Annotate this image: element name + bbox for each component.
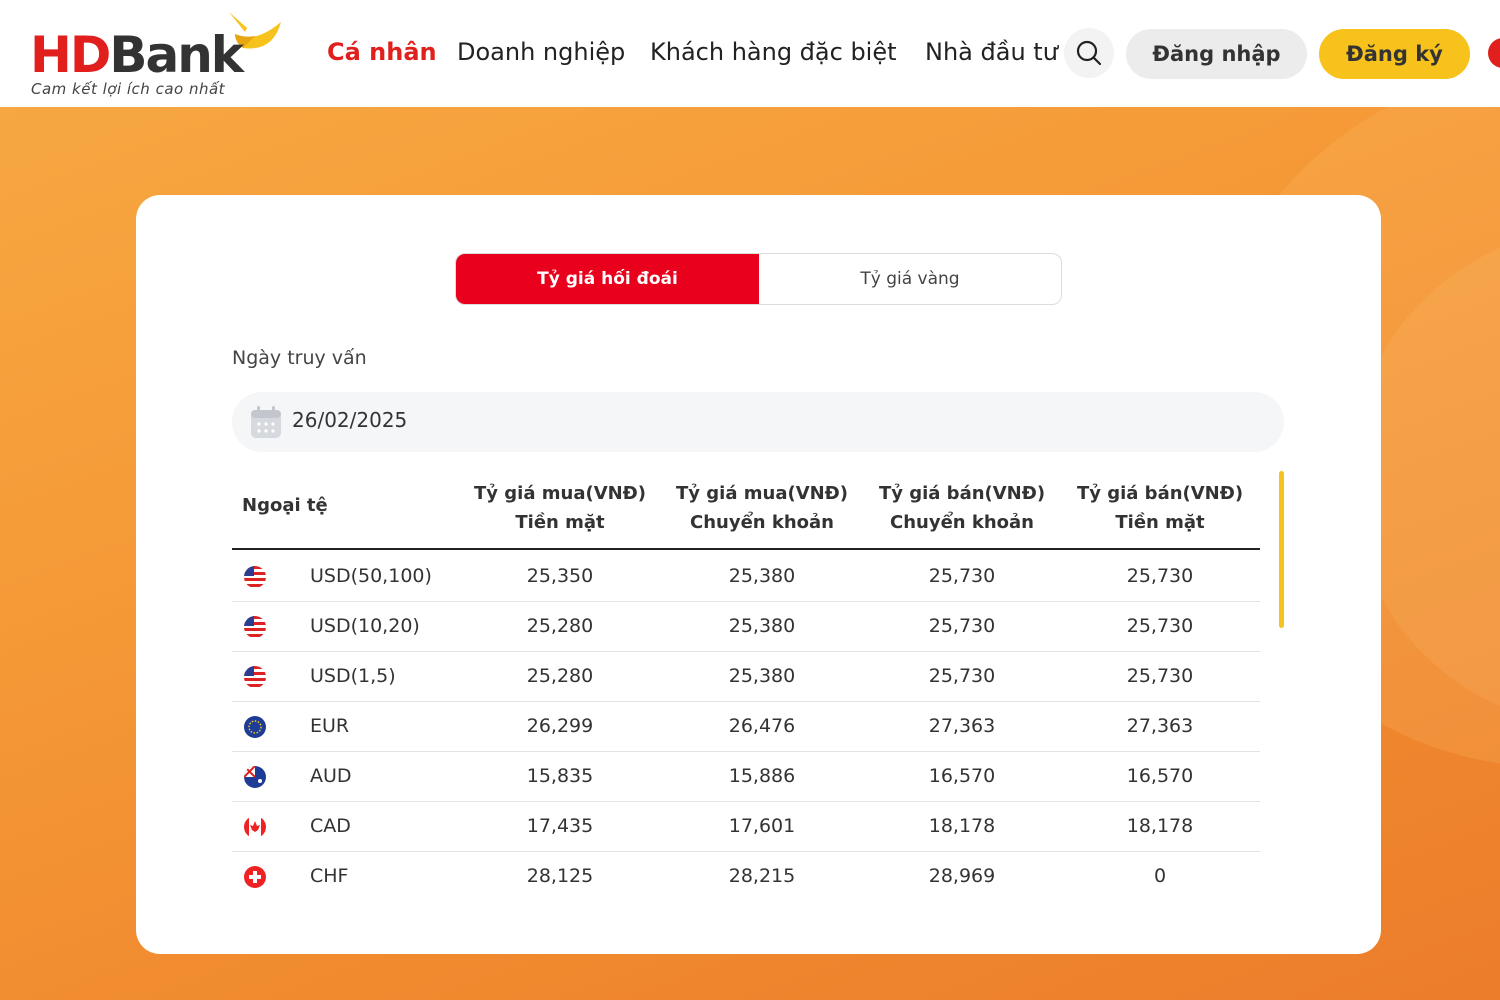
hdbank-logo[interactable]: HDBank Cam kết lợi ích cao nhất [30, 8, 290, 103]
eu-flag-icon [244, 716, 266, 738]
sell-cash-rate: 25,730 [1126, 615, 1194, 637]
header-line: Tiền mặt [1115, 512, 1205, 533]
sell-cash-rate: 25,730 [1126, 565, 1194, 587]
logo-tagline: Cam kết lợi ích cao nhất [31, 80, 226, 98]
table-row: CAD 17,435 17,601 18,178 18,178 [232, 802, 1260, 852]
currency-code: CHF [310, 865, 349, 887]
header-line: Tỷ giá bán(VNĐ) [878, 483, 1046, 504]
sell-transfer-rate: 28,969 [928, 865, 996, 887]
search-icon [1076, 40, 1102, 66]
ch-flag-icon [244, 866, 266, 888]
currency-code: USD(10,20) [310, 615, 420, 637]
sell-transfer-rate: 16,570 [928, 765, 996, 787]
column-header-sell-transfer: Tỷ giá bán(VNĐ) Chuyển khoản [862, 479, 1062, 537]
table-row: AUD 15,835 15,886 16,570 16,570 [232, 752, 1260, 802]
sell-cash-rate: 27,363 [1126, 715, 1194, 737]
nav-item-ca-nhan[interactable]: Cá nhân [327, 38, 437, 66]
header-line: Tỷ giá mua(VNĐ) [676, 483, 848, 504]
login-button[interactable]: Đăng nhập [1126, 29, 1307, 79]
search-button[interactable] [1064, 28, 1114, 78]
column-header-currency: Ngoại tệ [242, 495, 328, 516]
table-row: CHF 28,125 28,215 28,969 0 [232, 852, 1260, 895]
logo-bank-text: Bank [109, 26, 244, 84]
currency-code: AUD [310, 765, 352, 787]
au-flag-icon [244, 766, 266, 788]
buy-transfer-rate: 25,380 [728, 665, 796, 687]
language-flag-icon[interactable] [1488, 38, 1500, 68]
buy-transfer-rate: 25,380 [728, 565, 796, 587]
sell-transfer-rate: 25,730 [928, 665, 996, 687]
table-scrollbar[interactable] [1279, 471, 1284, 628]
us-flag-icon [244, 566, 266, 588]
column-header-buy-transfer: Tỷ giá mua(VNĐ) Chuyển khoản [662, 479, 862, 537]
nav-item-khach-hang-dac-biet[interactable]: Khách hàng đặc biệt [650, 38, 897, 66]
header-line: Chuyển khoản [890, 512, 1034, 533]
buy-cash-rate: 26,299 [526, 715, 594, 737]
currency-code: USD(50,100) [310, 565, 432, 587]
register-button[interactable]: Đăng ký [1319, 29, 1470, 79]
sell-cash-rate: 16,570 [1126, 765, 1194, 787]
column-header-sell-cash: Tỷ giá bán(VNĐ) Tiền mặt [1060, 479, 1260, 537]
ca-flag-icon [244, 816, 266, 838]
logo-wordmark: HDBank [30, 30, 244, 80]
sell-transfer-rate: 27,363 [928, 715, 996, 737]
column-header-buy-cash: Tỷ giá mua(VNĐ) Tiền mặt [460, 479, 660, 537]
table-row: USD(10,20) 25,280 25,380 25,730 25,730 [232, 602, 1260, 652]
sell-transfer-rate: 25,730 [928, 615, 996, 637]
table-row: USD(50,100) 25,350 25,380 25,730 25,730 [232, 552, 1260, 602]
us-flag-icon [244, 666, 266, 688]
currency-code: CAD [310, 815, 351, 837]
buy-cash-rate: 25,280 [526, 615, 594, 637]
buy-transfer-rate: 25,380 [728, 615, 796, 637]
logo-hd-text: HD [30, 26, 111, 84]
exchange-rate-card: Tỷ giá hối đoái Tỷ giá vàng Ngày truy vấ… [136, 195, 1381, 954]
buy-cash-rate: 25,350 [526, 565, 594, 587]
buy-transfer-rate: 28,215 [728, 865, 796, 887]
buy-cash-rate: 25,280 [526, 665, 594, 687]
buy-transfer-rate: 15,886 [728, 765, 796, 787]
table-row: USD(1,5) 25,280 25,380 25,730 25,730 [232, 652, 1260, 702]
query-date-value: 26/02/2025 [292, 408, 408, 432]
header-line: Tiền mặt [515, 512, 605, 533]
exchange-rate-table: Ngoại tệ Tỷ giá mua(VNĐ) Tiền mặt Tỷ giá… [232, 465, 1260, 895]
sell-transfer-rate: 18,178 [928, 815, 996, 837]
tab-exchange-rate[interactable]: Tỷ giá hối đoái [456, 254, 759, 304]
header-line: Tỷ giá mua(VNĐ) [474, 483, 646, 504]
buy-cash-rate: 17,435 [526, 815, 594, 837]
site-header: HDBank Cam kết lợi ích cao nhất Cá nhân … [0, 0, 1500, 107]
nav-item-doanh-nghiep[interactable]: Doanh nghiệp [457, 38, 625, 66]
table-header: Ngoại tệ Tỷ giá mua(VNĐ) Tiền mặt Tỷ giá… [232, 465, 1260, 550]
us-flag-icon [244, 616, 266, 638]
calendar-icon [251, 406, 281, 438]
buy-transfer-rate: 17,601 [728, 815, 796, 837]
buy-cash-rate: 28,125 [526, 865, 594, 887]
tab-gold-rate[interactable]: Tỷ giá vàng [759, 254, 1061, 304]
header-line: Tỷ giá bán(VNĐ) [1076, 483, 1244, 504]
nav-item-nha-dau-tu[interactable]: Nhà đầu tư [925, 38, 1058, 66]
query-date-label: Ngày truy vấn [232, 347, 367, 369]
buy-transfer-rate: 26,476 [728, 715, 796, 737]
sell-cash-rate: 18,178 [1126, 815, 1194, 837]
rate-type-tabs: Tỷ giá hối đoái Tỷ giá vàng [455, 253, 1062, 305]
currency-code: USD(1,5) [310, 665, 396, 687]
sell-transfer-rate: 25,730 [928, 565, 996, 587]
query-date-input[interactable]: 26/02/2025 [232, 392, 1284, 452]
sell-cash-rate: 25,730 [1126, 665, 1194, 687]
sell-cash-rate: 0 [1153, 865, 1167, 887]
currency-code: EUR [310, 715, 350, 737]
buy-cash-rate: 15,835 [526, 765, 594, 787]
table-row: EUR 26,299 26,476 27,363 27,363 [232, 702, 1260, 752]
header-line: Chuyển khoản [690, 512, 834, 533]
